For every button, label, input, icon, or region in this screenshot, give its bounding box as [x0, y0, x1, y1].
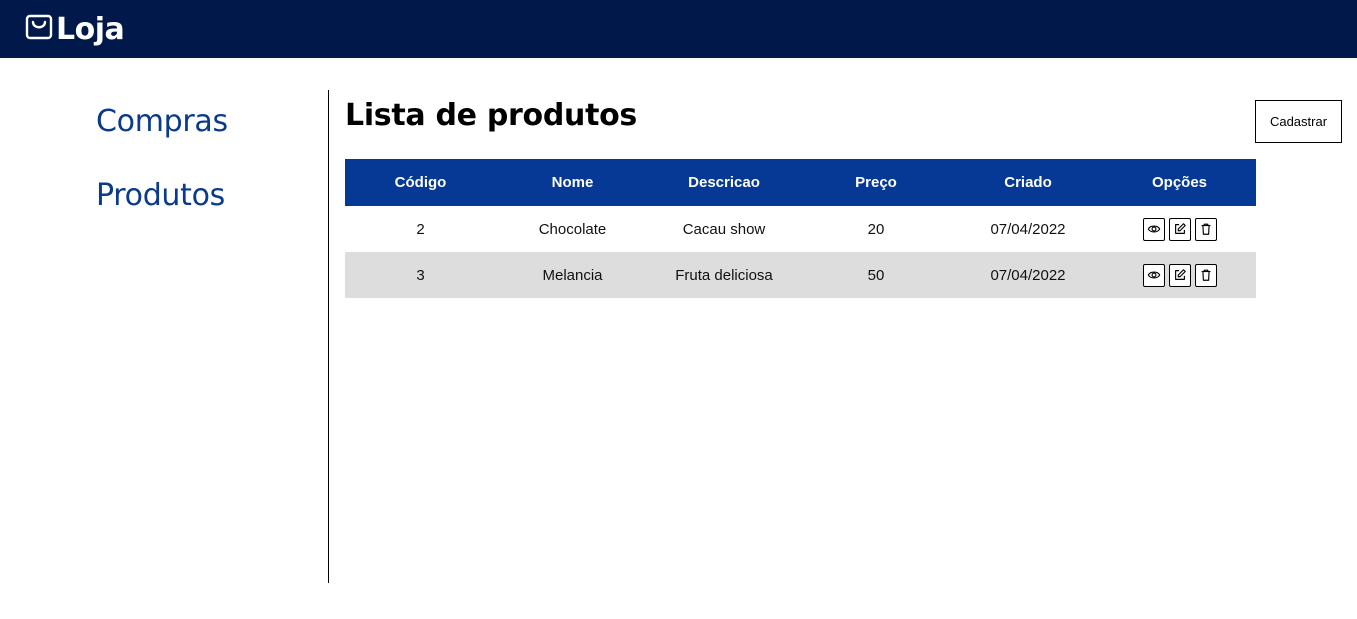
cell-codigo: 2 [416, 220, 425, 238]
eye-icon [1147, 225, 1160, 233]
cell-opcoes [1103, 252, 1256, 298]
column-header-descricao: Descricao [649, 159, 799, 206]
shopping-bag-icon [24, 11, 54, 41]
cell-descricao: Cacau show [682, 220, 766, 238]
eye-icon [1147, 271, 1160, 279]
table-row: 2 Chocolate Cacau show 20 07/04/2022 [345, 206, 1256, 252]
column-header-criado: Criado [953, 159, 1103, 206]
column-header-opcoes: Opções [1103, 159, 1256, 206]
cadastrar-button[interactable]: Cadastrar [1255, 100, 1342, 143]
sidebar: Compras Produtos [0, 58, 328, 583]
edit-button[interactable] [1168, 263, 1191, 287]
cell-preco: 20 [867, 220, 885, 238]
view-button[interactable] [1142, 217, 1165, 241]
cell-descricao: Fruta deliciosa [649, 252, 799, 298]
cell-nome: Melancia [496, 252, 649, 298]
view-button[interactable] [1142, 263, 1165, 287]
top-navbar: Loja [0, 0, 1357, 58]
sidebar-item-produtos[interactable]: Produtos [96, 178, 225, 213]
delete-button[interactable] [1194, 217, 1217, 241]
trash-icon [1201, 269, 1210, 281]
cell-criado: 07/04/2022 [953, 252, 1103, 298]
row-actions [1142, 263, 1217, 287]
column-header-codigo: Código [345, 159, 496, 206]
row-actions [1142, 217, 1217, 241]
column-header-nome: Nome [496, 159, 649, 206]
sidebar-item-compras[interactable]: Compras [96, 104, 228, 139]
app-title[interactable]: Loja [56, 12, 125, 47]
edit-icon [1174, 269, 1186, 280]
cell-opcoes [1103, 206, 1256, 252]
cell-preco: 50 [799, 252, 953, 298]
vertical-divider [328, 90, 329, 583]
cell-criado: 07/04/2022 [990, 220, 1066, 238]
trash-icon [1201, 223, 1210, 235]
cell-nome: Chocolate [538, 220, 607, 238]
products-table: Código Nome Descricao Preço Criado Opçõe… [345, 159, 1256, 298]
edit-button[interactable] [1168, 217, 1191, 241]
page-title: Lista de produtos [345, 98, 637, 133]
column-header-preco: Preço [799, 159, 953, 206]
table-header-row: Código Nome Descricao Preço Criado Opçõe… [345, 159, 1256, 206]
cell-codigo: 3 [345, 252, 496, 298]
delete-button[interactable] [1194, 263, 1217, 287]
table-row: 3 Melancia Fruta deliciosa 50 07/04/2022 [345, 252, 1256, 298]
edit-icon [1174, 223, 1186, 234]
